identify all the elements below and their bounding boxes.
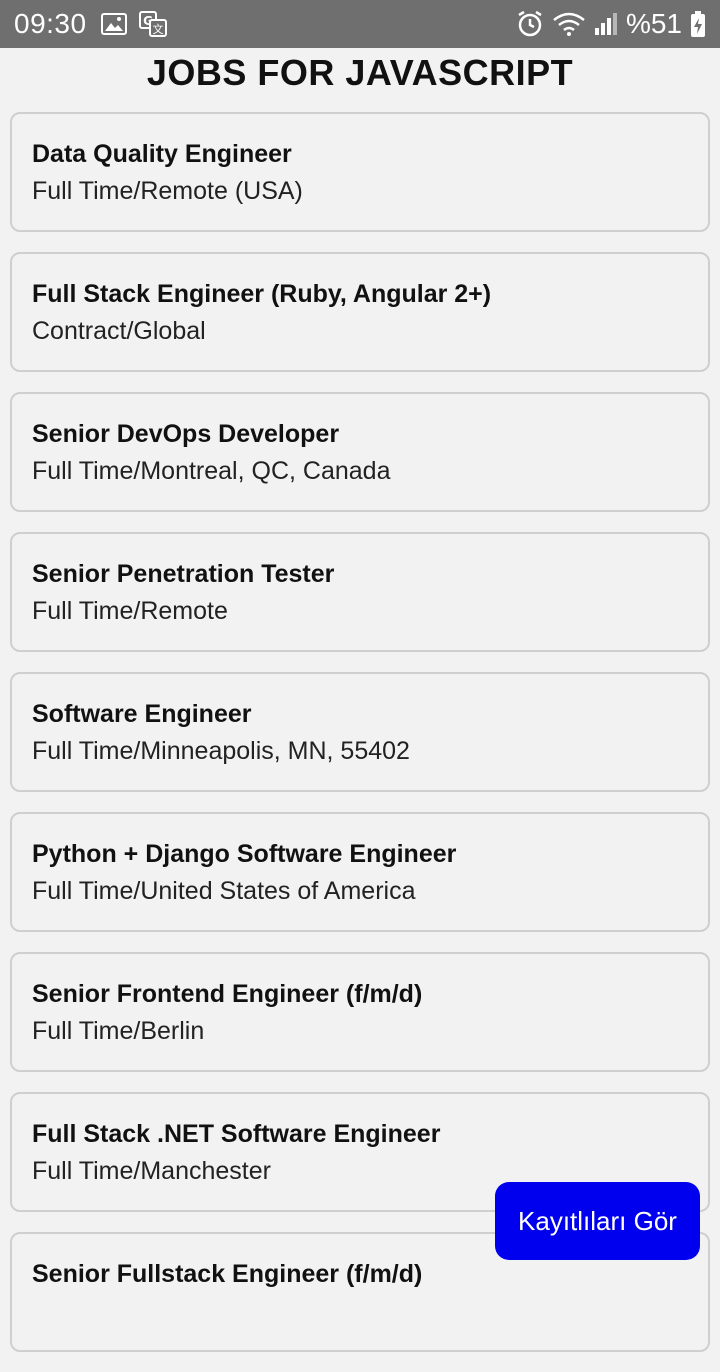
job-subtitle: Full Time/Remote [32,597,228,625]
job-card[interactable]: Senior DevOps Developer Full Time/Montre… [10,392,710,512]
job-card[interactable]: Full Stack Engineer (Ruby, Angular 2+) C… [10,252,710,372]
job-subtitle: Full Time/Montreal, QC, Canada [32,457,391,485]
job-card[interactable]: Data Quality Engineer Full Time/Remote (… [10,112,710,232]
job-title: Senior Frontend Engineer (f/m/d) [32,980,423,1008]
job-title: Full Stack .NET Software Engineer [32,1120,441,1148]
job-card[interactable]: Python + Django Software Engineer Full T… [10,812,710,932]
battery-percent: %51 [625,8,682,39]
job-title: Senior Fullstack Engineer (f/m/d) [32,1260,423,1288]
job-title: Senior DevOps Developer [32,420,340,448]
job-card[interactable]: Software Engineer Full Time/Minneapolis,… [10,672,710,792]
wifi-icon [552,11,586,37]
job-subtitle: Full Time/Minneapolis, MN, 55402 [32,737,410,765]
job-subtitle: Contract/Global [32,317,206,345]
job-title: Software Engineer [32,700,252,728]
job-subtitle: Full Time/Remote (USA) [32,177,303,205]
view-saved-button[interactable]: Kayıtlıları Gör [495,1182,700,1260]
job-title: Python + Django Software Engineer [32,840,457,868]
translate-icon: G 文 [138,11,167,37]
status-time: 09:30 [14,8,87,39]
svg-text:文: 文 [152,22,163,36]
alarm-icon [516,10,544,38]
battery-charging-icon [690,10,706,38]
job-title: Senior Penetration Tester [32,560,335,588]
image-icon [100,13,127,35]
status-bar: 09:30 G 文 %51 [0,0,720,48]
page-title: JOBS FOR JAVASCRIPT [146,52,574,93]
job-title: Data Quality Engineer [32,140,292,168]
job-title: Full Stack Engineer (Ruby, Angular 2+) [32,280,492,308]
job-subtitle: Full Time/United States of America [32,877,416,905]
job-card[interactable]: Senior Penetration Tester Full Time/Remo… [10,532,710,652]
job-subtitle: Full Time/Berlin [32,1017,205,1045]
signal-icon [594,12,618,36]
job-card[interactable]: Senior Frontend Engineer (f/m/d) Full Ti… [10,952,710,1072]
